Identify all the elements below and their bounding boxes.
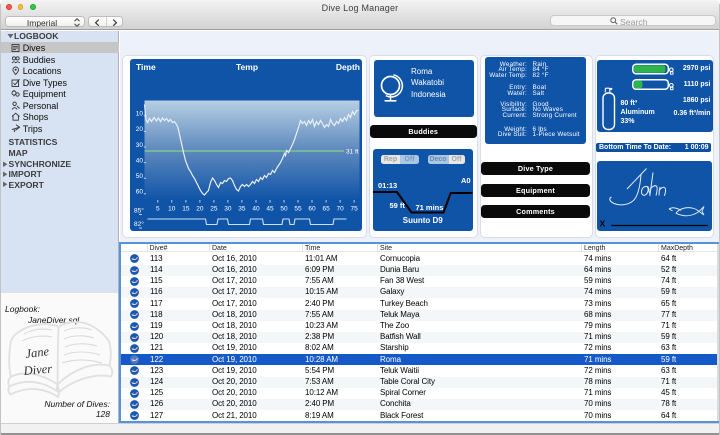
svg-text:Depth: Depth [335,62,359,72]
svg-text:50: 50 [280,205,288,212]
svg-text:45: 45 [266,205,274,212]
svg-text:40: 40 [252,205,260,212]
svg-text:10: 10 [135,110,143,117]
svg-text:25: 25 [210,205,218,212]
svg-text:85°: 85° [134,206,144,214]
svg-text:20: 20 [135,126,143,133]
svg-text:75: 75 [350,205,358,212]
svg-text:10: 10 [168,205,176,212]
svg-text:35: 35 [238,205,246,212]
svg-text:X: X [600,218,606,228]
svg-text:Time: Time [136,62,156,72]
svg-text:30: 30 [135,141,143,148]
svg-text:55: 55 [294,205,302,212]
svg-text:Diver: Diver [22,362,53,379]
svg-text:31 ft: 31 ft [346,148,359,155]
svg-text:60: 60 [135,188,143,195]
svg-text:60: 60 [308,205,316,212]
svg-text:15: 15 [182,205,190,212]
svg-text:Jane: Jane [25,344,51,361]
svg-text:82°: 82° [134,219,144,227]
svg-text:70: 70 [336,205,344,212]
svg-text:40: 40 [135,157,143,164]
svg-text:Temp: Temp [235,62,257,72]
svg-text:20: 20 [196,205,204,212]
svg-text:30: 30 [224,205,232,212]
svg-text:65: 65 [322,205,330,212]
svg-text:5: 5 [155,205,159,212]
svg-text:50: 50 [135,173,143,180]
